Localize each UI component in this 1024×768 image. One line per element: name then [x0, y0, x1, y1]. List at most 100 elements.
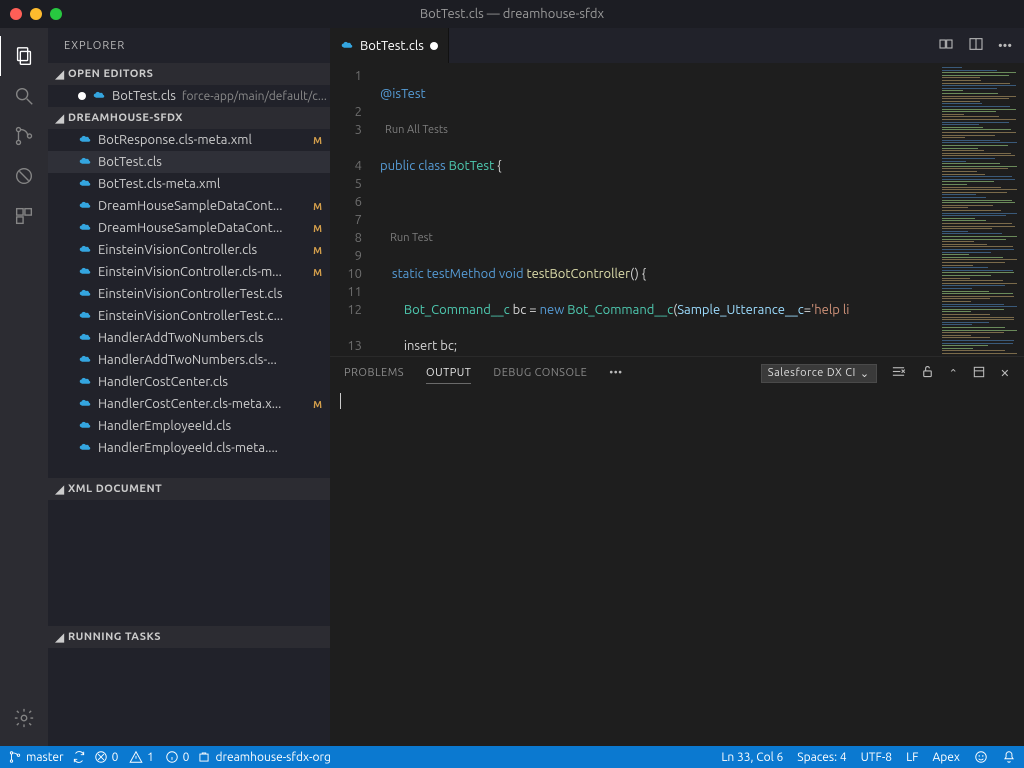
chevron-down-icon: ◢	[52, 112, 68, 125]
compare-changes-icon[interactable]	[938, 36, 954, 55]
file-name: DreamHouseSampleDataCont...	[98, 221, 282, 235]
file-name: DreamHouseSampleDataCont...	[98, 199, 282, 213]
panel-maximize-icon[interactable]	[972, 365, 986, 382]
settings-gear-icon[interactable]	[0, 698, 48, 738]
editor-area: BotTest.cls ••• 1234567891011121314 @isT…	[330, 28, 1024, 746]
git-branch-status[interactable]: master	[8, 750, 64, 764]
source-control-icon[interactable]	[0, 116, 48, 156]
output-channel-select[interactable]: Salesforce DX CI⌄	[761, 364, 877, 383]
run-test-codelens[interactable]: Run Test	[390, 232, 433, 244]
file-tree-item[interactable]: BotTest.cls	[48, 151, 330, 173]
main-area: EXPLORER ◢OPEN EDITORS BotTest.cls force…	[0, 28, 1024, 746]
chevron-down-icon: ⌄	[860, 367, 870, 380]
file-tree-item[interactable]: BotTest.cls-meta.xml	[48, 173, 330, 195]
minimap[interactable]	[936, 63, 1024, 356]
panel-body[interactable]	[330, 389, 1024, 746]
lock-scroll-icon[interactable]	[920, 364, 935, 382]
file-tree-item[interactable]: EinsteinVisionControllerTest.cls	[48, 283, 330, 305]
panel-close-icon[interactable]: ✕	[1000, 367, 1010, 380]
file-name: BotTest.cls-meta.xml	[98, 177, 220, 191]
git-status-badge: M	[313, 135, 322, 146]
salesforce-icon	[78, 265, 92, 279]
running-tasks-header[interactable]: ◢RUNNING TASKS	[48, 626, 330, 648]
file-tree-item[interactable]: HandlerCostCenter.cls-meta.x...M	[48, 393, 330, 415]
open-editor-path: force-app/main/default/c...	[182, 90, 327, 103]
xml-document-body	[48, 500, 330, 626]
salesforce-icon	[78, 287, 92, 301]
title-bar: BotTest.cls — dreamhouse-sfdx	[0, 0, 1024, 28]
file-tree: BotResponse.cls-meta.xml M BotTest.cls BotT…	[48, 129, 330, 459]
sync-status[interactable]	[72, 750, 86, 764]
code-content[interactable]: @isTest Run All Tests public class BotTe…	[380, 63, 936, 356]
file-tree-item[interactable]: HandlerEmployeeId.cls	[48, 415, 330, 437]
open-editor-item[interactable]: BotTest.cls force-app/main/default/c...	[48, 85, 330, 107]
salesforce-icon	[78, 331, 92, 345]
sidebar: EXPLORER ◢OPEN EDITORS BotTest.cls force…	[48, 28, 330, 746]
line-gutter: 1234567891011121314	[330, 63, 380, 356]
file-tree-item[interactable]: DreamHouseSampleDataCont... M	[48, 217, 330, 239]
tab-label: BotTest.cls	[360, 39, 424, 53]
indentation-status[interactable]: Spaces: 4	[797, 751, 846, 764]
debug-icon[interactable]	[0, 156, 48, 196]
panel-tab-output[interactable]: OUTPUT	[426, 363, 471, 384]
eol-status[interactable]: LF	[906, 751, 918, 764]
project-header[interactable]: ◢DREAMHOUSE-SFDX	[48, 107, 330, 129]
file-tree-item[interactable]: HandlerEmployeeId.cls-meta....	[48, 437, 330, 459]
run-all-tests-codelens[interactable]: Run All Tests	[385, 124, 448, 136]
file-tree-item[interactable]: EinsteinVisionController.cls-m...M	[48, 261, 330, 283]
panel-tabs: PROBLEMS OUTPUT DEBUG CONSOLE ••• Salesf…	[330, 357, 1024, 389]
language-status[interactable]: Apex	[932, 751, 960, 764]
file-tree-item[interactable]: HandlerCostCenter.cls	[48, 371, 330, 393]
file-tree-item[interactable]: DreamHouseSampleDataCont... M	[48, 195, 330, 217]
file-name: BotTest.cls	[98, 155, 162, 169]
git-status-badge: M	[313, 201, 322, 212]
panel-more-icon[interactable]: •••	[609, 367, 622, 379]
salesforce-icon	[92, 89, 106, 103]
org-status[interactable]: dreamhouse-sfdx-org	[197, 750, 331, 764]
feedback-icon[interactable]	[974, 750, 988, 764]
more-actions-icon[interactable]: •••	[998, 39, 1012, 53]
extensions-icon[interactable]	[0, 196, 48, 236]
salesforce-icon	[78, 309, 92, 323]
file-name: HandlerEmployeeId.cls-meta....	[98, 441, 278, 455]
file-tree-item[interactable]: EinsteinVisionControllerTest.c...	[48, 305, 330, 327]
file-tree-item[interactable]: HandlerAddTwoNumbers.cls	[48, 327, 330, 349]
salesforce-icon	[78, 133, 92, 147]
cursor-position-status[interactable]: Ln 33, Col 6	[721, 751, 783, 764]
encoding-status[interactable]: UTF-8	[861, 751, 892, 764]
panel-chevron-up-icon[interactable]: ⌃	[949, 367, 959, 380]
file-name: EinsteinVisionControllerTest.cls	[98, 287, 282, 301]
salesforce-icon	[78, 397, 92, 411]
open-editors-header[interactable]: ◢OPEN EDITORS	[48, 63, 330, 85]
salesforce-icon	[78, 199, 92, 213]
file-tree-item[interactable]: HandlerAddTwoNumbers.cls-...	[48, 349, 330, 371]
explorer-icon[interactable]	[0, 36, 47, 76]
xml-document-header[interactable]: ◢XML DOCUMENT	[48, 478, 330, 500]
errors-warnings-status[interactable]: 0 1 0	[94, 750, 190, 764]
notifications-icon[interactable]	[1002, 750, 1016, 764]
file-tree-item[interactable]: BotResponse.cls-meta.xml M	[48, 129, 330, 151]
git-status-badge: M	[313, 223, 322, 234]
clear-output-icon[interactable]	[891, 364, 906, 382]
file-tree-item[interactable]: EinsteinVisionController.clsM	[48, 239, 330, 261]
running-tasks-body	[48, 648, 330, 746]
salesforce-icon	[78, 221, 92, 235]
git-status-badge: M	[313, 267, 322, 278]
editor-body[interactable]: 1234567891011121314 @isTest Run All Test…	[330, 63, 1024, 356]
chevron-down-icon: ◢	[52, 483, 68, 496]
open-editor-name: BotTest.cls	[112, 89, 176, 103]
salesforce-icon	[78, 441, 92, 455]
file-name: HandlerCostCenter.cls-meta.x...	[98, 397, 281, 411]
status-bar: master 0 1 0 dreamhouse-sfdx-org Ln 33, …	[0, 746, 1024, 768]
tab-bottest[interactable]: BotTest.cls	[330, 28, 449, 63]
split-editor-icon[interactable]	[968, 36, 984, 55]
git-status-badge: M	[313, 245, 322, 256]
dirty-dot-icon	[430, 42, 438, 50]
file-name: EinsteinVisionControllerTest.c...	[98, 309, 283, 323]
search-icon[interactable]	[0, 76, 48, 116]
panel-tab-debug[interactable]: DEBUG CONSOLE	[493, 363, 587, 383]
tab-bar: BotTest.cls •••	[330, 28, 1024, 63]
file-name: HandlerAddTwoNumbers.cls	[98, 331, 263, 345]
file-name: BotResponse.cls-meta.xml	[98, 133, 252, 147]
panel-tab-problems[interactable]: PROBLEMS	[344, 363, 404, 383]
